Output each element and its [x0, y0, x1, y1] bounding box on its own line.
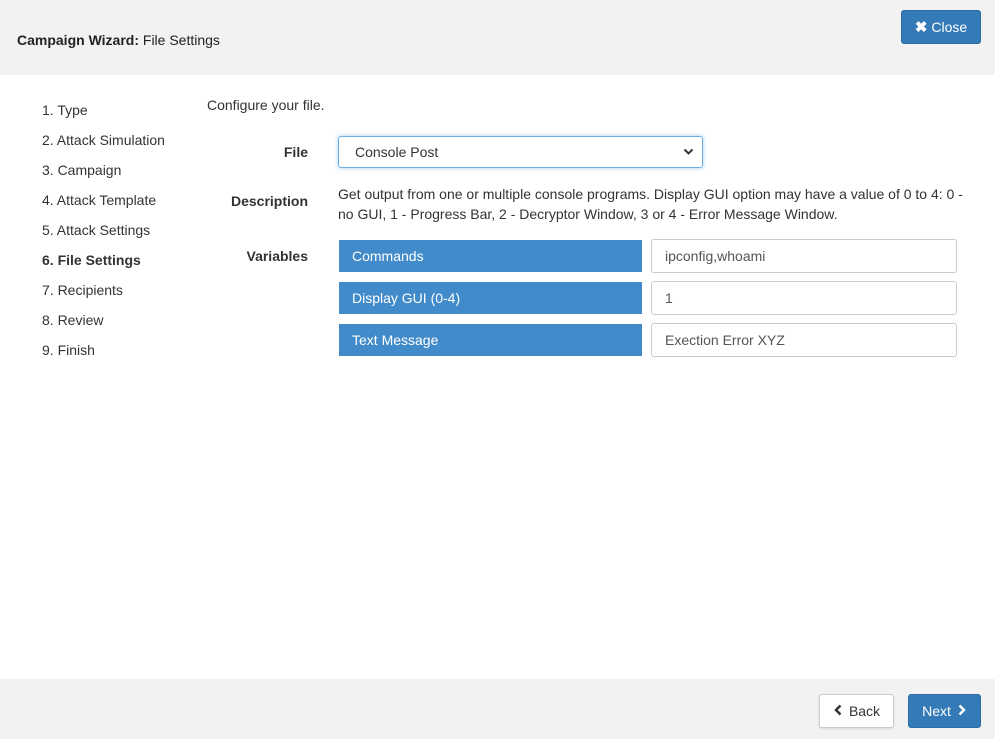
close-button[interactable]: ✖ Close: [901, 10, 981, 44]
file-select[interactable]: Console Post: [338, 136, 703, 168]
back-label: Back: [848, 703, 881, 719]
step-file-settings: 6. File Settings: [42, 252, 141, 268]
title-page: File Settings: [139, 32, 220, 48]
variable-input-text-message[interactable]: Exection Error XYZ: [651, 323, 957, 357]
wizard-header: Campaign Wizard: File Settings ✖ Close: [0, 0, 995, 75]
step-review: 8. Review: [42, 312, 104, 328]
chevron-right-icon: [957, 703, 967, 720]
step-attack-simulation: 2. Attack Simulation: [42, 132, 165, 148]
step-finish: 9. Finish: [42, 342, 95, 358]
next-label: Next: [922, 703, 951, 719]
wizard-steps: 1. Type 2. Attack Simulation 3. Campaign…: [42, 95, 165, 365]
title-prefix: Campaign Wizard:: [17, 32, 139, 48]
chevron-down-icon: [683, 146, 694, 160]
variable-input-commands[interactable]: ipconfig,whoami: [651, 239, 957, 273]
step-campaign: 3. Campaign: [42, 162, 122, 178]
description-label: Description: [230, 193, 308, 209]
close-icon: ✖: [914, 19, 928, 36]
variable-name-display-gui: Display GUI (0-4): [339, 282, 642, 314]
variable-name-commands: Commands: [339, 240, 642, 272]
file-label: File: [283, 144, 308, 160]
step-type: 1. Type: [42, 102, 88, 118]
description-text: Get output from one or multiple console …: [338, 186, 963, 222]
next-button[interactable]: Next: [908, 694, 981, 728]
file-select-value: Console Post: [355, 144, 439, 160]
step-attack-settings: 5. Attack Settings: [42, 222, 151, 238]
intro-text: Configure your file.: [207, 97, 325, 113]
back-button[interactable]: Back: [819, 694, 894, 728]
page-title: Campaign Wizard: File Settings: [17, 32, 220, 48]
step-attack-template: 4. Attack Template: [42, 192, 157, 208]
variable-input-display-gui[interactable]: 1: [651, 281, 957, 315]
close-label: Close: [931, 19, 968, 35]
variables-label: Variables: [246, 248, 309, 264]
chevron-left-icon: [833, 703, 843, 720]
step-recipients: 7. Recipients: [42, 282, 123, 298]
variable-name-text-message: Text Message: [339, 324, 642, 356]
